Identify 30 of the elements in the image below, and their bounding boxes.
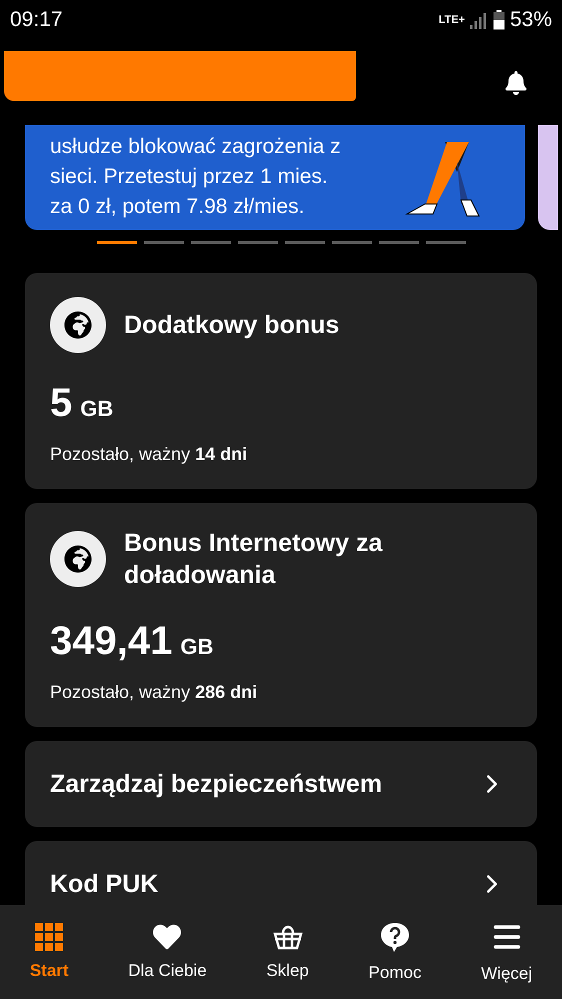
data-amount: 5 [50, 381, 72, 426]
help-icon [379, 921, 411, 953]
grid-icon [35, 923, 64, 951]
battery-level: 53% [510, 8, 552, 32]
nav-tab[interactable]: Pomoc [362, 917, 428, 987]
validity-text: Pozostało, ważny 14 dni [50, 444, 248, 465]
notification-icon[interactable] [504, 70, 528, 94]
link-label: Kod PUK [50, 870, 158, 898]
nav-tab[interactable]: Sklep [260, 919, 315, 985]
clock: 09:17 [10, 8, 63, 32]
link-label: Zarządzaj bezpieczeństwem [50, 770, 382, 798]
nav-tab[interactable]: Start [24, 919, 75, 985]
battery-icon [492, 10, 505, 30]
basket-icon [272, 923, 303, 951]
next-banner-card[interactable] [538, 125, 558, 230]
heart-icon [153, 923, 182, 951]
promo-banner[interactable]: usłudze blokować zagrożenia z sieci. Przetestuj przez 1 mies. za 0 zł, potem 7.98 zł/mies. [25, 125, 525, 230]
validity-text: Pozostało, ważny 286 dni [50, 682, 258, 703]
nav-tab[interactable]: Dla Ciebie [122, 919, 213, 985]
bonus-title: Bonus Internetowy za doładowania [124, 528, 384, 591]
bonus-title: Dodatkowy bonus [124, 310, 340, 341]
data-unit: GB [180, 634, 214, 660]
banner-text: usłudze blokować zagrożenia z sieci. Przetestuj przez 1 mies. za 0 zł, potem 7.98 zł/mies. [50, 134, 341, 220]
data-unit: GB [80, 396, 114, 422]
signal-icon [470, 11, 488, 29]
data-amount: 349,41 [50, 619, 172, 664]
nav-tab[interactable]: Więcej [475, 916, 538, 988]
network-type: LTE+ [438, 14, 465, 26]
menu-link[interactable]: Kod PUK [25, 841, 537, 905]
menu-link[interactable]: Zarządzaj bezpieczeństwem [25, 741, 537, 827]
